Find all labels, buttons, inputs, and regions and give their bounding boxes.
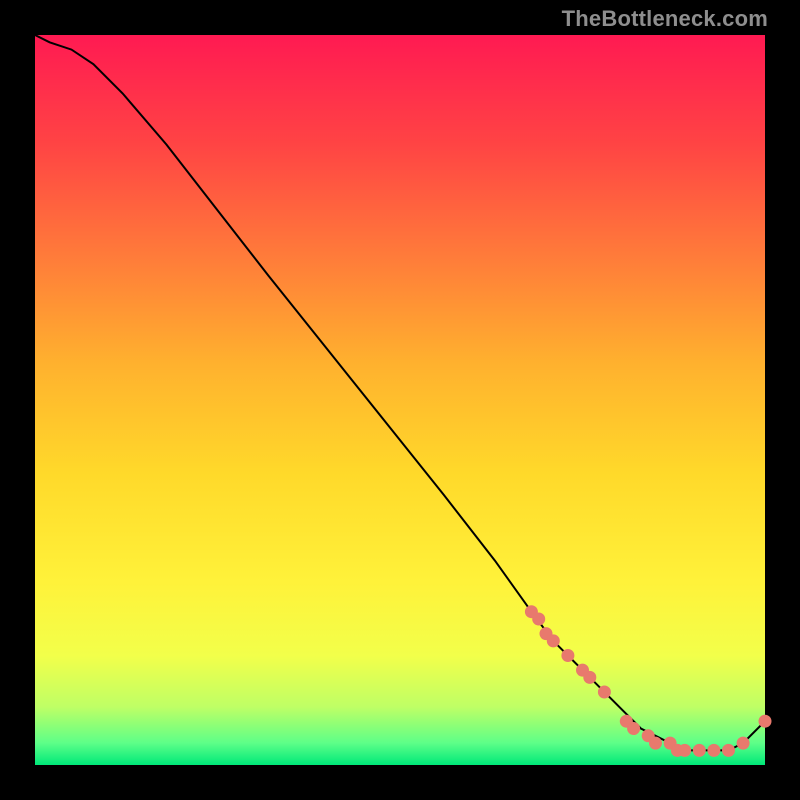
data-marker [759, 715, 771, 727]
data-marker [708, 744, 720, 756]
data-marker [650, 737, 662, 749]
data-marker [693, 744, 705, 756]
chart-stage: TheBottleneck.com [0, 0, 800, 800]
data-marker [737, 737, 749, 749]
watermark-text: TheBottleneck.com [562, 6, 768, 32]
marker-cluster [525, 606, 771, 757]
data-marker [679, 744, 691, 756]
data-marker [584, 671, 596, 683]
chart-svg-layer [35, 35, 765, 765]
data-marker [562, 650, 574, 662]
data-marker [723, 744, 735, 756]
data-marker [547, 635, 559, 647]
data-marker [533, 613, 545, 625]
data-marker [628, 723, 640, 735]
bottleneck-curve [35, 35, 765, 750]
data-marker [598, 686, 610, 698]
